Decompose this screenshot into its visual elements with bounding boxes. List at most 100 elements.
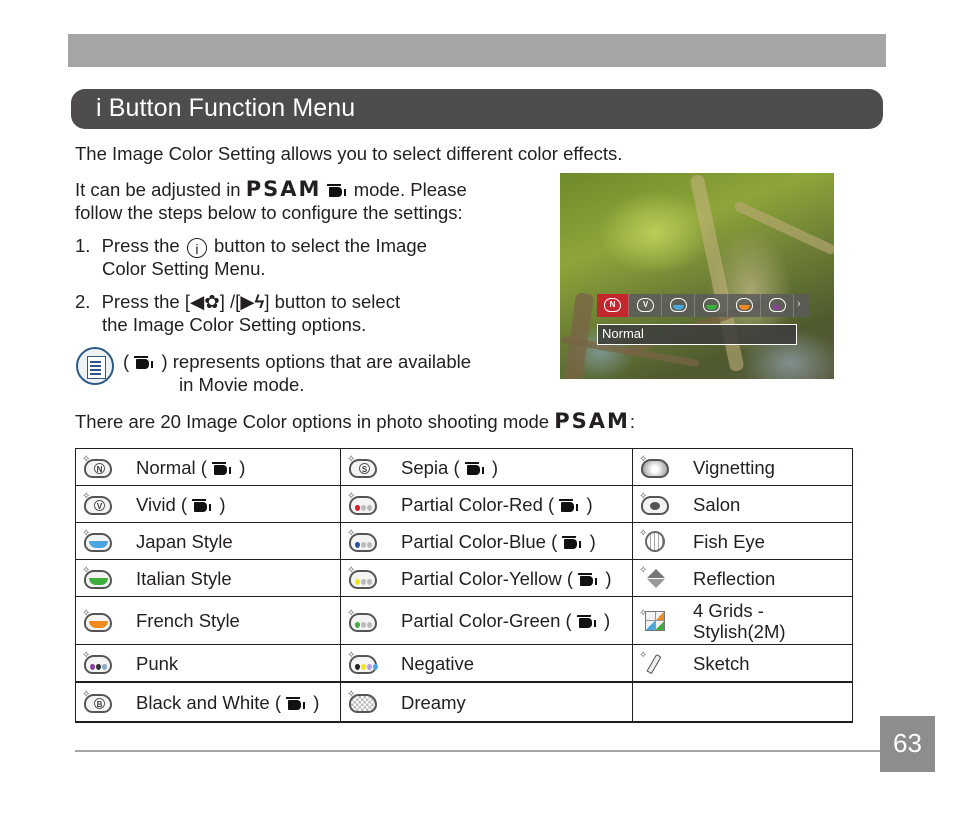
- option-black-and-white: ✧ B Black and White ( ): [75, 681, 341, 723]
- sepia-icon: ✧ S: [347, 455, 379, 479]
- option-label: Partial Color-Yellow ( ): [401, 567, 612, 589]
- table-row: ✧ N Normal ( ) ✧ S Sepia ( ) ✧ Vignetting: [75, 448, 853, 486]
- page-number: 63: [893, 728, 922, 758]
- right-flash-button-icon: ▶ϟ: [240, 291, 265, 312]
- option-negative: ✧ Negative: [340, 644, 633, 683]
- option-fish-eye: ✧ Fish Eye: [632, 522, 853, 560]
- table-row: ✧ French Style ✧ Partial Color-Green ( )…: [75, 596, 853, 645]
- option-label: Sepia ( ): [401, 456, 499, 478]
- step-text: ] /[: [219, 291, 241, 312]
- option-vivid: ✧ V Vivid ( ): [75, 485, 341, 523]
- partial-color-blue-icon: ✧: [347, 529, 379, 553]
- step-number: 1.: [75, 235, 91, 256]
- step-text: Press the [: [101, 291, 191, 312]
- paren: ): [161, 351, 168, 372]
- option-label: Reflection: [693, 567, 776, 589]
- option-label: Partial Color-Green ( ): [401, 610, 611, 631]
- adjust-line-1: It can be adjusted in PSAM mode. Please: [75, 178, 467, 201]
- option-label: Negative: [401, 652, 475, 674]
- note-line-1: ( ) represents options that are availabl…: [123, 350, 471, 373]
- option-partial-color-red: ✧ Partial Color-Red ( ): [340, 485, 633, 523]
- count-text: There are 20 Image Color options in phot…: [75, 411, 550, 432]
- image-color-options-table: ✧ N Normal ( ) ✧ S Sepia ( ) ✧ Vignetting …: [75, 448, 853, 723]
- option-label: Black and White ( ): [136, 691, 320, 713]
- reflection-icon: ✧: [639, 566, 671, 590]
- normal-icon: ✧ N: [82, 455, 114, 479]
- option-french-style: ✧ French Style: [75, 596, 341, 645]
- movie-mode-icon: [285, 696, 308, 710]
- step-2: 2. Press the [◀✿] /[▶ϟ] button to select: [75, 290, 400, 313]
- psam-mode-glyphs: PSAM: [554, 409, 630, 433]
- option-four-grids-stylish: ✧ 4 Grids - Stylish(2M): [632, 596, 853, 645]
- table-row: ✧ Japan Style ✧ Partial Color-Blue ( ) ✧…: [75, 522, 853, 560]
- section-title-bar: i Button Function Menu: [71, 89, 883, 129]
- partial-color-yellow-icon: ✧: [347, 566, 379, 590]
- negative-icon: ✧: [347, 651, 379, 675]
- french-style-icon: ✧: [82, 608, 114, 633]
- italian-style-icon: ✧: [82, 566, 114, 590]
- option-label: Punk: [136, 652, 179, 674]
- option-punk: ✧ Punk: [75, 644, 341, 683]
- strip-italian-style-icon[interactable]: [696, 294, 728, 317]
- option-normal: ✧ N Normal ( ): [75, 448, 341, 486]
- movie-mode-icon: [326, 183, 349, 197]
- japan-style-icon: ✧: [82, 529, 114, 553]
- step-number: 2.: [75, 291, 91, 312]
- strip-punk-icon[interactable]: [762, 294, 794, 317]
- strip-french-style-icon[interactable]: [729, 294, 761, 317]
- vignetting-icon: ✧: [639, 455, 671, 479]
- salon-icon: ✧: [639, 492, 671, 516]
- option-label: Sketch: [693, 652, 750, 674]
- adjust-prefix: It can be adjusted in: [75, 179, 241, 200]
- table-row: ✧ Punk ✧ Negative ✧ Sketch: [75, 644, 853, 683]
- option-partial-color-yellow: ✧ Partial Color-Yellow ( ): [340, 559, 633, 597]
- psam-mode-glyphs: PSAM: [245, 177, 322, 201]
- option-label: Salon: [693, 493, 741, 515]
- section-title: i Button Function Menu: [96, 94, 356, 122]
- black-and-white-icon: ✧ B: [82, 690, 114, 714]
- option-reflection: ✧ Reflection: [632, 559, 853, 597]
- sketch-icon: ✧: [639, 651, 671, 675]
- option-partial-color-green: ✧ Partial Color-Green ( ): [340, 596, 633, 645]
- movie-mode-icon: [578, 572, 600, 586]
- option-label: 4 Grids - Stylish(2M): [693, 599, 786, 642]
- adjust-suffix: mode. Please: [353, 179, 467, 200]
- step-text: Press the: [101, 235, 180, 256]
- option-japan-style: ✧ Japan Style: [75, 522, 341, 560]
- movie-mode-icon: [134, 355, 156, 369]
- strip-normal-icon[interactable]: N: [597, 294, 629, 317]
- option-label: Italian Style: [136, 567, 232, 589]
- footer-rule: [75, 750, 881, 752]
- chevron-right-icon[interactable]: ›: [797, 298, 801, 310]
- intro-text: The Image Color Setting allows you to se…: [75, 143, 623, 164]
- step-1: 1. Press the i button to select the Imag…: [75, 234, 427, 258]
- option-label: Partial Color-Blue ( ): [401, 530, 596, 552]
- movie-mode-icon: [559, 498, 581, 512]
- movie-mode-icon: [576, 614, 599, 628]
- step-text: ] button to select: [264, 291, 401, 312]
- option-salon: ✧ Salon: [632, 485, 853, 523]
- note-text: represents options that are available: [172, 351, 472, 372]
- empty-cell: [632, 681, 853, 723]
- option-label: Vivid ( ): [136, 493, 226, 515]
- step-2-line-2: the Image Color Setting options.: [102, 314, 367, 335]
- dreamy-icon: ✧: [347, 690, 379, 714]
- movie-mode-icon: [211, 461, 234, 475]
- table-row: ✧ Italian Style ✧ Partial Color-Yellow (…: [75, 559, 853, 597]
- strip-japan-style-icon[interactable]: [663, 294, 695, 317]
- vivid-icon: ✧ V: [82, 492, 114, 516]
- table-row: ✧ B Black and White ( ) ✧ Dreamy: [75, 681, 853, 723]
- partial-color-red-icon: ✧: [347, 492, 379, 516]
- adjust-line-2: follow the steps below to configure the …: [75, 202, 463, 223]
- i-button-icon: i: [186, 238, 207, 258]
- punk-icon: ✧: [82, 651, 114, 675]
- partial-color-green-icon: ✧: [347, 608, 379, 633]
- strip-vivid-icon[interactable]: V: [630, 294, 662, 317]
- paren: (: [123, 351, 130, 372]
- step-1-line-2: Color Setting Menu.: [102, 258, 266, 279]
- option-label: French Style: [136, 610, 240, 631]
- option-partial-color-blue: ✧ Partial Color-Blue ( ): [340, 522, 633, 560]
- option-italian-style: ✧ Italian Style: [75, 559, 341, 597]
- option-vignetting: ✧ Vignetting: [632, 448, 853, 486]
- color-effect-strip: N V ›: [597, 294, 810, 317]
